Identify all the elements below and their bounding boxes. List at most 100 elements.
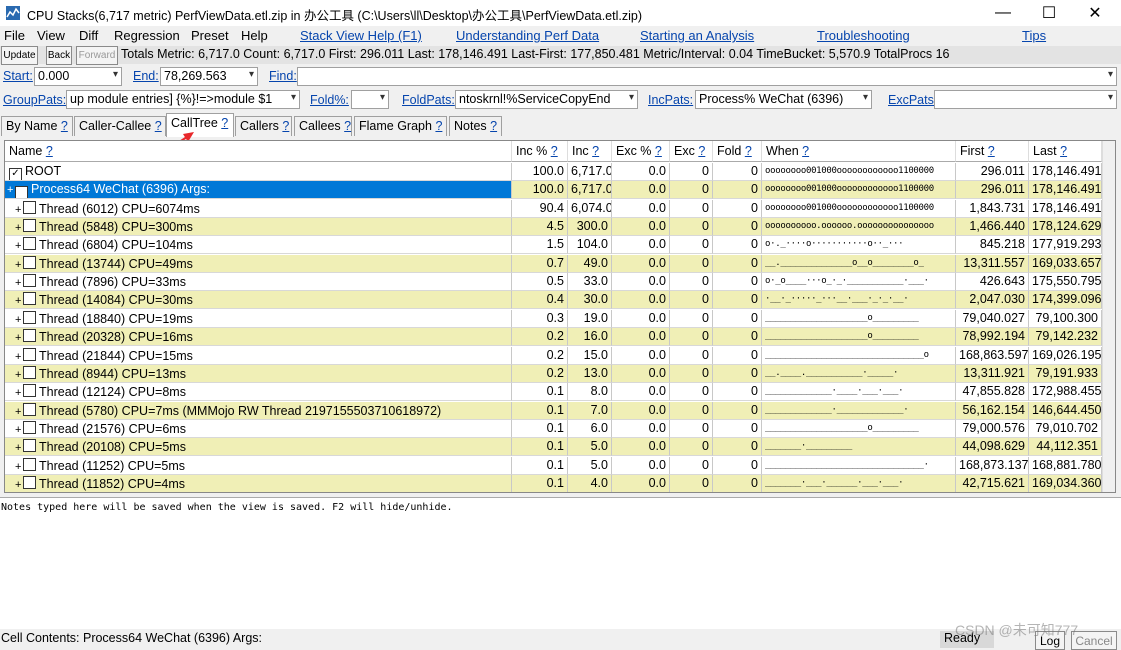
checkbox[interactable] xyxy=(23,200,36,214)
tab-flame-graph[interactable]: Flame Graph ? xyxy=(354,116,447,136)
fold-percent-label[interactable]: Fold%: xyxy=(310,93,349,107)
checkbox[interactable] xyxy=(23,365,36,379)
checkbox[interactable] xyxy=(23,237,36,251)
calltree-grid[interactable]: Name ? Inc % ? Inc ? Exc % ? Exc ? Fold ? When… xyxy=(4,140,1116,493)
incpats-label[interactable]: IncPats: xyxy=(648,93,693,107)
name-cell[interactable]: + Thread (6012) CPU=6074ms xyxy=(5,199,512,218)
help-link[interactable]: ? xyxy=(698,144,705,158)
help-link[interactable]: ? xyxy=(1060,144,1067,158)
menu-regression[interactable]: Regression xyxy=(114,28,180,43)
excpats-input[interactable]: ▾ xyxy=(934,90,1117,109)
checkbox[interactable]: ✓ xyxy=(15,186,28,199)
link-troubleshooting[interactable]: Troubleshooting xyxy=(817,28,910,43)
checkbox[interactable] xyxy=(23,274,36,288)
notes-pane[interactable]: Notes typed here will be saved when the … xyxy=(0,497,1121,629)
expand-icon[interactable]: + xyxy=(15,479,23,491)
checkbox[interactable] xyxy=(23,457,36,471)
checkbox[interactable] xyxy=(23,420,36,434)
end-input[interactable]: 78,269.563 ▾ xyxy=(160,67,258,86)
name-cell[interactable]: ✓ ROOT xyxy=(5,163,512,181)
chevron-down-icon[interactable]: ▾ xyxy=(629,92,634,103)
help-link[interactable]: ? xyxy=(435,119,442,133)
table-row[interactable]: + Thread (14084) CPU=30ms 0.4 30.0 0.0 0 0 ·__·… xyxy=(5,291,1115,310)
chevron-down-icon[interactable]: ▾ xyxy=(291,92,296,103)
expand-icon[interactable]: + xyxy=(7,184,15,196)
checkbox[interactable] xyxy=(23,402,36,416)
table-row[interactable]: + Thread (5780) CPU=7ms (MMMojo RW Thread… xyxy=(5,401,1115,420)
vertical-scrollbar[interactable] xyxy=(1102,141,1115,492)
expand-icon[interactable]: + xyxy=(15,332,23,344)
tab-notes[interactable]: Notes ? xyxy=(449,116,502,136)
table-row[interactable]: + Thread (5848) CPU=300ms 4.5 300.0 0.0 0 0 ooo… xyxy=(5,218,1115,237)
grouppats-label[interactable]: GroupPats: xyxy=(3,93,66,107)
column-header-fold[interactable]: Fold ? xyxy=(713,141,762,162)
foldpats-input[interactable]: ntoskrnl!%ServiceCopyEnd ▾ xyxy=(455,90,638,109)
name-cell[interactable]: + Thread (18840) CPU=19ms xyxy=(5,309,512,328)
help-link[interactable]: ? xyxy=(655,144,662,158)
checkbox[interactable] xyxy=(23,310,36,324)
checkbox[interactable] xyxy=(23,439,36,453)
name-cell[interactable]: + Thread (12124) CPU=8ms xyxy=(5,383,512,402)
name-cell[interactable]: + Thread (5780) CPU=7ms (MMMojo RW Thread… xyxy=(5,401,512,420)
help-link[interactable]: ? xyxy=(344,119,351,133)
table-row[interactable]: + Thread (12124) CPU=8ms 0.1 8.0 0.0 0 0 ______… xyxy=(5,383,1115,402)
column-header-when[interactable]: When ? xyxy=(762,141,956,162)
table-row[interactable]: + Thread (7896) CPU=33ms 0.5 33.0 0.0 0 0 o·_o_… xyxy=(5,273,1115,292)
minimize-button[interactable]: — xyxy=(980,0,1026,26)
checkbox[interactable] xyxy=(23,329,36,343)
maximize-button[interactable]: ☐ xyxy=(1026,0,1072,26)
help-link[interactable]: ? xyxy=(988,144,995,158)
column-header-inc[interactable]: Inc ? xyxy=(568,141,612,162)
menu-help[interactable]: Help xyxy=(241,28,268,43)
start-input[interactable]: 0.000 ▾ xyxy=(34,67,122,86)
name-cell[interactable]: + Thread (7896) CPU=33ms xyxy=(5,273,512,292)
name-cell[interactable]: + Thread (20328) CPU=16ms xyxy=(5,328,512,347)
help-link[interactable]: ? xyxy=(61,119,68,133)
update-button[interactable]: Update xyxy=(1,46,38,65)
checkbox[interactable] xyxy=(23,219,36,233)
table-row[interactable]: + Thread (21576) CPU=6ms 0.1 6.0 0.0 0 0 ______… xyxy=(5,419,1115,438)
chevron-down-icon[interactable]: ▾ xyxy=(1108,69,1113,80)
table-row[interactable]: + Thread (13744) CPU=49ms 0.7 49.0 0.0 0 0 __._… xyxy=(5,254,1115,273)
expand-icon[interactable]: + xyxy=(15,314,23,326)
link-understanding-perf-data[interactable]: Understanding Perf Data xyxy=(456,28,599,43)
table-row[interactable]: + Thread (20328) CPU=16ms 0.2 16.0 0.0 0 0 ____… xyxy=(5,328,1115,347)
checkbox[interactable] xyxy=(23,347,36,361)
expand-icon[interactable]: + xyxy=(15,295,23,307)
foldpats-label[interactable]: FoldPats: xyxy=(402,93,455,107)
table-row[interactable]: + Thread (21844) CPU=15ms 0.2 15.0 0.0 0 0 ____… xyxy=(5,346,1115,365)
name-cell[interactable]: + Thread (14084) CPU=30ms xyxy=(5,291,512,310)
help-link[interactable]: ? xyxy=(802,144,809,158)
start-label[interactable]: Start: xyxy=(3,69,33,83)
excpats-label[interactable]: ExcPats: xyxy=(888,93,937,107)
expand-icon[interactable]: + xyxy=(15,240,23,252)
help-link[interactable]: ? xyxy=(221,116,228,130)
expand-icon[interactable]: + xyxy=(15,369,23,381)
expand-icon[interactable]: + xyxy=(15,277,23,289)
name-cell[interactable]: + Thread (8944) CPU=13ms xyxy=(5,364,512,383)
tab-callees[interactable]: Callees ? xyxy=(294,116,352,136)
menu-diff[interactable]: Diff xyxy=(79,28,98,43)
checkbox[interactable] xyxy=(23,384,36,398)
checkbox[interactable] xyxy=(23,255,36,269)
expand-icon[interactable]: + xyxy=(15,424,23,436)
column-header-first[interactable]: First ? xyxy=(956,141,1029,162)
name-cell[interactable]: + Thread (5848) CPU=300ms xyxy=(5,218,512,237)
table-row[interactable]: + ✓ Process64 WeChat (6396) Args: 100.0 6,71… xyxy=(5,181,1115,200)
table-row[interactable]: + Thread (6012) CPU=6074ms 90.4 6,074.0 0.0 0… xyxy=(5,199,1115,218)
tab-by-name[interactable]: By Name ? xyxy=(1,116,73,136)
expand-icon[interactable]: + xyxy=(15,204,23,216)
checkbox[interactable] xyxy=(23,475,36,489)
expand-icon[interactable]: + xyxy=(15,387,23,399)
checkbox[interactable]: ✓ xyxy=(9,168,22,180)
end-label[interactable]: End: xyxy=(133,69,159,83)
chevron-down-icon[interactable]: ▾ xyxy=(1108,92,1113,103)
name-cell[interactable]: + Thread (21576) CPU=6ms xyxy=(5,419,512,438)
help-link[interactable]: ? xyxy=(46,144,53,158)
close-button[interactable]: ✕ xyxy=(1072,0,1118,26)
table-row[interactable]: + Thread (8944) CPU=13ms 0.2 13.0 0.0 0 0 __.__… xyxy=(5,364,1115,383)
expand-icon[interactable]: + xyxy=(15,351,23,363)
tab-callers[interactable]: Callers ? xyxy=(235,116,292,136)
table-row[interactable]: + Thread (6804) CPU=104ms 1.5 104.0 0.0 0 0 o·.… xyxy=(5,236,1115,255)
column-header-exc[interactable]: Exc ? xyxy=(670,141,713,162)
